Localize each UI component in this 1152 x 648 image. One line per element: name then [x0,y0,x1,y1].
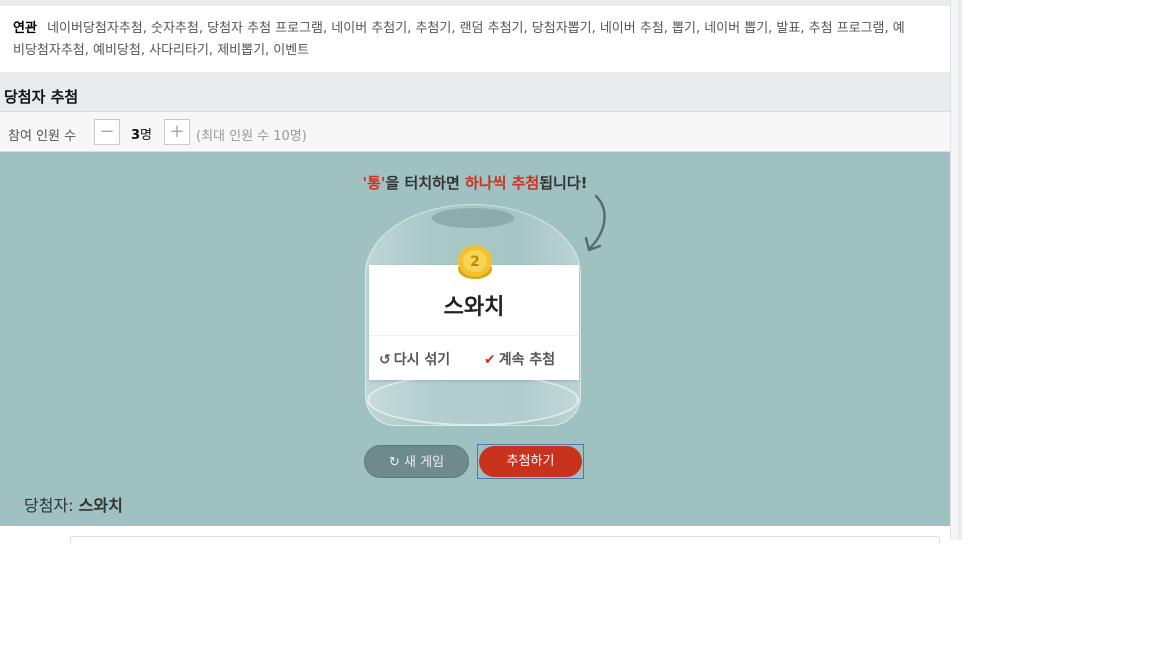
winners-label: 당첨자: [24,496,74,515]
reshuffle-button[interactable]: ↺ 다시 섞기 [379,349,450,369]
hint-text-1: 을 터치하면 [385,174,465,192]
decrease-participants-button[interactable]: − [94,119,120,145]
winners-list: 당첨자: 스와치 [24,492,123,516]
curved-arrow-icon [584,194,606,252]
max-participants-note: (최대 인원 수 10명) [196,129,307,144]
refresh-icon: ↻ [388,455,400,470]
continue-draw-button[interactable]: ✔ 계속 추첨 [484,349,555,369]
next-section-box [70,536,940,544]
hint-highlight: 하나씩 추첨 [464,174,540,192]
related-keywords[interactable]: 네이버당첨자추첨, 숫자추첨, 당첨자 추첨 프로그램, 네이버 추첨기, 추첨… [13,21,905,58]
reshuffle-label: 다시 섞기 [393,352,451,368]
continue-draw-label: 계속 추첨 [498,352,556,368]
increase-participants-button[interactable]: + [164,119,190,145]
edge-decoration [958,0,962,8]
new-game-button[interactable]: ↻ 새 게임 [364,445,469,478]
related-heading: 연관 [13,21,37,36]
jar-opening [432,208,514,228]
draw-game-area: '통'을 터치하면 하나씩 추첨됩니다! 2 스와치 ↺ 다시 섞기 ✔ 계속 추첨… [0,152,950,526]
winners-value: 스와치 [78,496,123,515]
participants-label: 참여 인원 수 [8,129,77,144]
result-card: 2 스와치 ↺ 다시 섞기 ✔ 계속 추첨 [369,245,579,380]
coin-number: 2 [470,254,480,270]
participants-count: 3명 [131,124,152,143]
section-title: 당첨자 추첨 [4,88,79,106]
check-icon: ✔ [484,352,496,368]
new-game-label: 새 게임 [404,455,445,470]
participants-unit: 명 [140,128,153,143]
hint-jar-word: '통' [362,174,386,192]
coin-icon: 2 [458,245,492,279]
related-searches: 연관 네이버당첨자추첨, 숫자추첨, 당첨자 추첨 프로그램, 네이버 추첨기,… [0,6,950,72]
jar-base [367,374,579,426]
result-actions: ↺ 다시 섞기 ✔ 계속 추첨 [369,335,579,380]
participants-bar: 참여 인원 수 − 3명 + (최대 인원 수 10명) [0,111,950,152]
scrollbar-track[interactable] [950,0,958,540]
draw-button[interactable]: 추첨하기 [479,446,582,477]
drawn-winner-name: 스와치 [443,295,505,320]
undo-icon: ↺ [379,352,391,368]
hint-text-2: 됩니다! [539,174,588,192]
participants-count-value: 3 [131,128,141,143]
instruction-text: '통'을 터치하면 하나씩 추첨됩니다! [0,172,950,193]
draw-button-focus-ring: 추첨하기 [477,444,584,479]
